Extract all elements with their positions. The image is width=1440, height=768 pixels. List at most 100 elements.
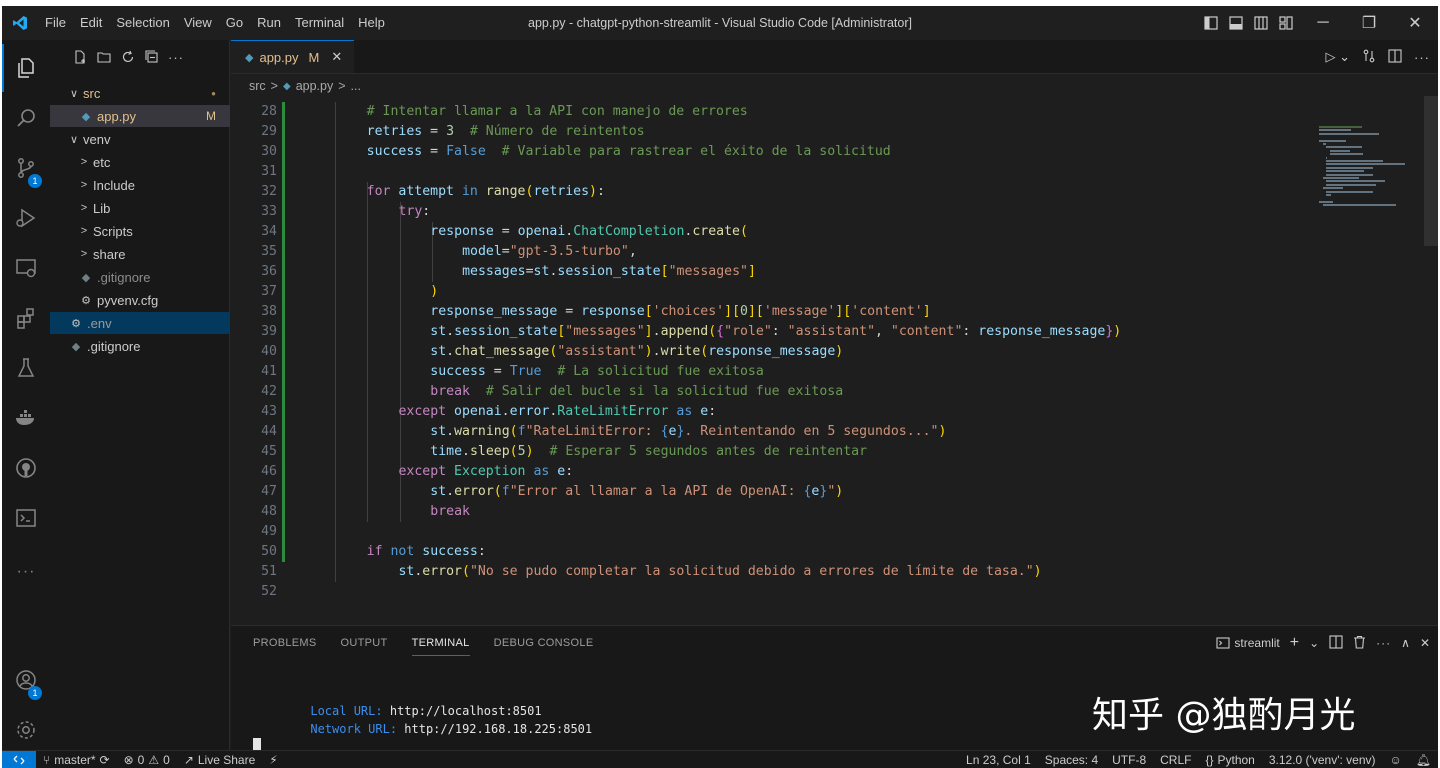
terminal-network-url[interactable]: http://192.168.18.225:8501	[404, 722, 592, 736]
code-line[interactable]: 31	[231, 162, 1301, 182]
plug-icon[interactable]: ⚡	[262, 753, 284, 767]
code-line[interactable]: 29 retries = 3 # Número de reintentos	[231, 122, 1301, 142]
new-terminal-icon[interactable]: +	[1290, 634, 1299, 652]
tree-folder-etc[interactable]: > etc	[50, 151, 230, 173]
terminal-instance[interactable]: streamlit	[1216, 636, 1280, 650]
collapse-folders-icon[interactable]	[144, 49, 160, 65]
menu-file[interactable]: File	[38, 6, 73, 40]
toggle-panel-icon[interactable]	[1225, 6, 1247, 40]
tree-folder-lib[interactable]: > Lib	[50, 197, 230, 219]
minimize-button[interactable]: ─	[1300, 6, 1346, 40]
menu-go[interactable]: Go	[219, 6, 250, 40]
code-line[interactable]: 45 time.sleep(5) # Esperar 5 segundos an…	[231, 442, 1301, 462]
code-line[interactable]: 28 # Intentar llamar a la API con manejo…	[231, 102, 1301, 122]
code-line[interactable]: 40 st.chat_message("assistant").write(re…	[231, 342, 1301, 362]
github-icon[interactable]	[2, 444, 50, 492]
explorer-more-icon[interactable]: ···	[168, 49, 184, 65]
remote-explorer-icon[interactable]	[2, 244, 50, 292]
code-line[interactable]: 49	[231, 522, 1301, 542]
settings-gear-icon[interactable]	[2, 706, 50, 754]
docker-icon[interactable]	[2, 394, 50, 442]
new-folder-icon[interactable]	[96, 49, 112, 65]
maximize-button[interactable]: ❐	[1346, 6, 1392, 40]
kill-terminal-icon[interactable]	[1353, 635, 1366, 652]
breadcrumb-symbols[interactable]: ...	[351, 79, 361, 93]
encoding[interactable]: UTF-8	[1105, 753, 1153, 767]
tree-file-pyvenv-cfg[interactable]: ⚙ pyvenv.cfg	[50, 289, 230, 311]
breadcrumb-folder[interactable]: src	[249, 79, 266, 93]
indentation[interactable]: Spaces: 4	[1038, 753, 1105, 767]
remote-indicator-icon[interactable]	[2, 750, 36, 768]
tree-file-venv-gitignore[interactable]: ◆ .gitignore	[50, 266, 230, 288]
tree-file-app-py[interactable]: ◆ app.py M	[50, 105, 230, 127]
terminal-dropdown-icon[interactable]: ⌄	[1309, 636, 1319, 650]
tab-debug-console[interactable]: DEBUG CONSOLE	[494, 637, 594, 649]
editor-scrollbar[interactable]	[1424, 96, 1438, 246]
panel-more-icon[interactable]: ···	[1376, 636, 1391, 650]
testing-flask-icon[interactable]	[2, 344, 50, 392]
new-file-icon[interactable]	[72, 49, 88, 65]
code-line[interactable]: 50 if not success:	[231, 542, 1301, 562]
run-debug-icon[interactable]	[2, 194, 50, 242]
feedback-icon[interactable]: ☺	[1383, 753, 1409, 767]
split-terminal-icon[interactable]	[1329, 634, 1343, 652]
code-line[interactable]: 35 model="gpt-3.5-turbo",	[231, 242, 1301, 262]
extensions-icon[interactable]	[2, 294, 50, 342]
code-line[interactable]: 46 except Exception as e:	[231, 462, 1301, 482]
vscode-logo-icon[interactable]	[2, 6, 38, 40]
toggle-primary-sidebar-icon[interactable]	[1200, 6, 1222, 40]
tab-output[interactable]: OUTPUT	[341, 637, 388, 649]
customize-layout-icon[interactable]	[1275, 6, 1297, 40]
tab-app-py[interactable]: ◆ app.py M ✕	[231, 40, 355, 73]
code-line[interactable]: 52	[231, 582, 1301, 602]
menu-selection[interactable]: Selection	[109, 6, 176, 40]
code-line[interactable]: 43 except openai.error.RateLimitError as…	[231, 402, 1301, 422]
code-line[interactable]: 42 break # Salir del bucle si la solicit…	[231, 382, 1301, 402]
search-icon[interactable]	[2, 94, 50, 142]
code-line[interactable]: 39 st.session_state["messages"].append({…	[231, 322, 1301, 342]
code-line[interactable]: 32 for attempt in range(retries):	[231, 182, 1301, 202]
menu-terminal[interactable]: Terminal	[288, 6, 351, 40]
menu-help[interactable]: Help	[351, 6, 392, 40]
git-branch[interactable]: ⑂ master* ⟳	[36, 753, 117, 767]
problems-indicator[interactable]: ⊗ 0 ⚠ 0	[117, 753, 177, 767]
minimap[interactable]	[1312, 96, 1424, 216]
refresh-explorer-icon[interactable]	[120, 49, 136, 65]
code-line[interactable]: 33 try:	[231, 202, 1301, 222]
explorer-icon[interactable]	[2, 44, 50, 92]
code-line[interactable]: 30 success = False # Variable para rastr…	[231, 142, 1301, 162]
code-line[interactable]: 41 success = True # La solicitud fue exi…	[231, 362, 1301, 382]
tree-folder-share[interactable]: > share	[50, 243, 230, 265]
menu-edit[interactable]: Edit	[73, 6, 109, 40]
toggle-secondary-sidebar-icon[interactable]	[1250, 6, 1272, 40]
tab-terminal[interactable]: TERMINAL	[411, 637, 470, 656]
maximize-panel-icon[interactable]: ∧	[1401, 636, 1410, 650]
open-changes-icon[interactable]	[1362, 49, 1376, 66]
close-window-button[interactable]: ✕	[1392, 6, 1438, 40]
code-line[interactable]: 38 response_message = response['choices'…	[231, 302, 1301, 322]
tree-file-gitignore[interactable]: ◆ .gitignore	[50, 335, 230, 357]
tree-folder-scripts[interactable]: > Scripts	[50, 220, 230, 242]
tree-folder-include[interactable]: > Include	[50, 174, 230, 196]
more-views-icon[interactable]: ···	[2, 548, 50, 596]
accounts-icon[interactable]: 1	[2, 656, 50, 704]
tree-folder-src[interactable]: ∨ src ●	[50, 82, 230, 104]
notifications-bell-icon[interactable]: 🔔︎	[1409, 753, 1438, 767]
code-editor[interactable]: 27 28 # Intentar llamar a la API con man…	[231, 96, 1438, 625]
tree-folder-venv[interactable]: ∨ venv	[50, 128, 230, 150]
code-line[interactable]: 37 )	[231, 282, 1301, 302]
split-editor-icon[interactable]	[1388, 48, 1402, 66]
tab-close-icon[interactable]: ✕	[331, 49, 342, 65]
tree-file-env[interactable]: ⚙ .env	[50, 312, 230, 334]
code-line[interactable]: 44 st.warning(f"RateLimitError: {e}. Rei…	[231, 422, 1301, 442]
cursor-position[interactable]: Ln 23, Col 1	[959, 753, 1038, 767]
run-python-file-icon[interactable]: ▷ ⌄	[1325, 49, 1350, 65]
end-of-line[interactable]: CRLF	[1153, 753, 1198, 767]
code-line[interactable]: 51 st.error("No se pudo completar la sol…	[231, 562, 1301, 582]
menu-run[interactable]: Run	[250, 6, 288, 40]
language-mode[interactable]: {} Python	[1198, 753, 1261, 767]
tab-problems[interactable]: PROBLEMS	[253, 637, 317, 649]
code-line[interactable]: 36 messages=st.session_state["messages"]	[231, 262, 1301, 282]
code-line[interactable]: 47 st.error(f"Error al llamar a la API d…	[231, 482, 1301, 502]
terminal-view-icon[interactable]	[2, 494, 50, 542]
